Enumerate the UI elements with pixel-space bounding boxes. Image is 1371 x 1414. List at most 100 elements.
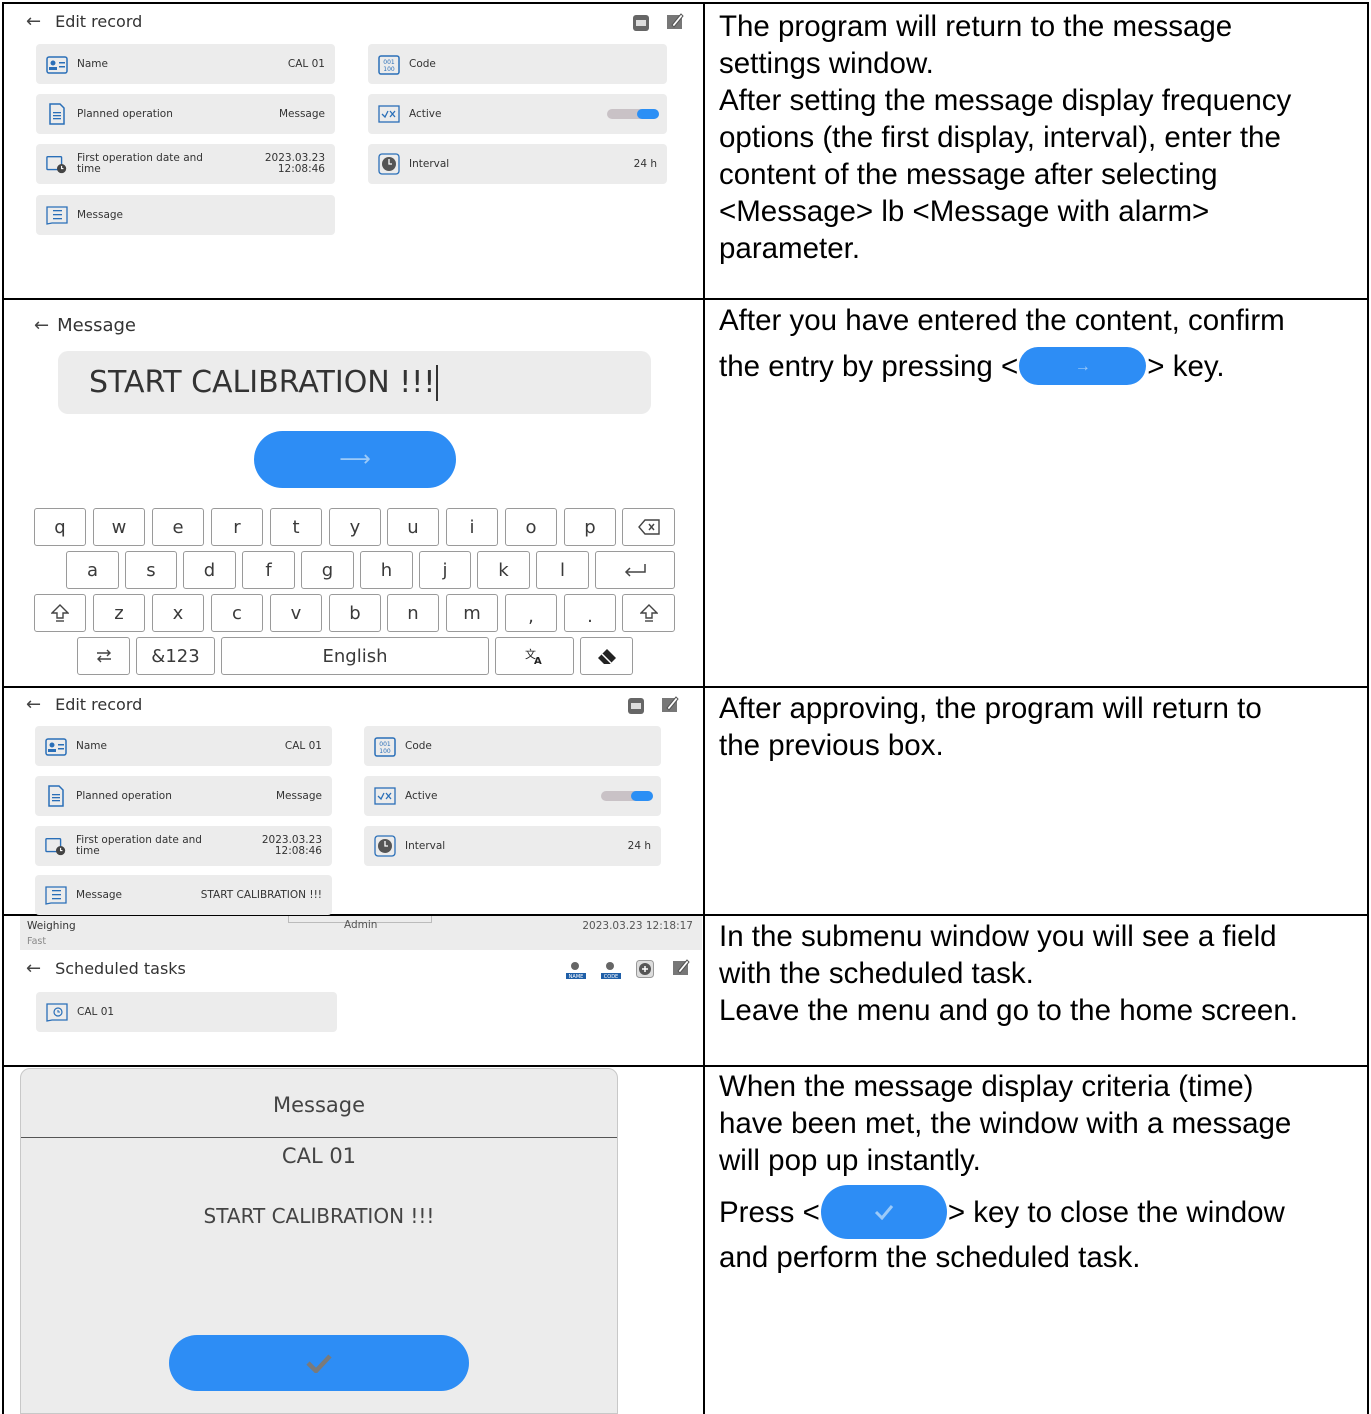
description-line: have been met, the window with a message	[719, 1107, 1292, 1140]
key-switch[interactable]	[77, 637, 130, 675]
edit-icon[interactable]	[666, 12, 684, 30]
field-label: Planned operation	[77, 107, 173, 120]
key-p[interactable]: p	[564, 508, 616, 546]
key-eraser[interactable]	[580, 637, 633, 675]
label-line-2: time	[77, 163, 101, 175]
description-line: After approving, the program will return…	[719, 692, 1262, 725]
print-icon[interactable]	[632, 14, 650, 32]
key-j[interactable]: j	[419, 551, 471, 589]
edit-icon[interactable]	[661, 695, 679, 713]
screen-header: ← Edit record	[26, 11, 142, 32]
message-dialog: Message CAL 01 START CALIBRATION !!!	[20, 1068, 618, 1414]
description-row-1: The program will return to the message s…	[719, 8, 1359, 267]
search-name-icon[interactable]: NAME	[565, 960, 587, 980]
field-code[interactable]: 001 100 Code	[368, 44, 667, 84]
edit-icon[interactable]	[672, 958, 690, 976]
description-row-5: When the message display criteria (time)…	[719, 1068, 1359, 1276]
code-icon: 001 100	[374, 735, 396, 757]
active-toggle[interactable]	[607, 109, 659, 119]
key-b[interactable]: b	[329, 594, 381, 632]
field-code[interactable]: 001 100 Code	[364, 726, 661, 766]
key-t[interactable]: t	[270, 508, 322, 546]
field-message[interactable]: Message	[36, 195, 335, 235]
field-value: 2023.03.23 12:08:46	[262, 835, 322, 857]
key-backspace[interactable]	[622, 508, 675, 546]
add-icon[interactable]	[636, 960, 654, 978]
key-translate[interactable]: 文A	[495, 637, 574, 675]
field-label: Code	[405, 739, 432, 752]
page-title: Edit record	[55, 695, 143, 714]
key-l[interactable]: l	[536, 551, 589, 589]
screen-header: ← Scheduled tasks	[26, 958, 186, 979]
field-planned-operation[interactable]: Planned operation Message	[35, 776, 332, 816]
arrow-left-icon[interactable]: ←	[26, 958, 41, 979]
field-active[interactable]: Active	[364, 776, 661, 816]
field-message[interactable]: Message START CALIBRATION !!!	[35, 875, 332, 915]
key-u[interactable]: u	[387, 508, 439, 546]
search-code-icon[interactable]: CODE	[600, 960, 622, 980]
arrow-left-icon[interactable]: ←	[26, 11, 41, 32]
svg-text:001: 001	[383, 59, 395, 66]
field-value: Message	[278, 107, 325, 120]
key-space[interactable]: English	[221, 637, 489, 675]
key-v[interactable]: v	[270, 594, 322, 632]
description-row-3: After approving, the program will return…	[719, 690, 1359, 764]
key-shift-left[interactable]	[34, 594, 86, 632]
key-m[interactable]: m	[446, 594, 498, 632]
field-name[interactable]: Name CAL 01	[36, 44, 335, 84]
key-x[interactable]: x	[152, 594, 204, 632]
key-i[interactable]: i	[446, 508, 498, 546]
dialog-record-name: CAL 01	[281, 1144, 357, 1168]
key-shift-right[interactable]	[622, 594, 675, 632]
key-s[interactable]: s	[125, 551, 177, 589]
description-line: content of the message after selecting	[719, 158, 1218, 191]
field-interval[interactable]: Interval 24 h	[368, 144, 667, 184]
confirm-button[interactable]: ⟶	[254, 431, 456, 488]
dialog-title: Message	[272, 1093, 366, 1117]
message-input[interactable]: START CALIBRATION !!!	[58, 351, 651, 414]
key-n[interactable]: n	[387, 594, 439, 632]
key-symbols[interactable]: &123	[136, 637, 215, 675]
field-label: Message	[76, 888, 123, 901]
document-icon	[46, 103, 68, 125]
key-q[interactable]: q	[34, 508, 86, 546]
key-r[interactable]: r	[211, 508, 263, 546]
field-first-operation[interactable]: First operation date and time 2023.03.23 1…	[36, 144, 335, 184]
field-name[interactable]: Name CAL 01	[35, 726, 332, 766]
key-k[interactable]: k	[477, 551, 530, 589]
key-a[interactable]: a	[66, 551, 119, 589]
field-interval[interactable]: Interval 24 h	[364, 826, 661, 866]
field-label: Name	[77, 57, 108, 70]
key-g[interactable]: g	[301, 551, 354, 589]
name-card-icon	[46, 53, 68, 75]
key-d[interactable]: d	[183, 551, 236, 589]
key-enter[interactable]	[595, 551, 675, 589]
field-first-operation[interactable]: First operation date and time 2023.03.23 1…	[35, 826, 332, 866]
description-line: will pop up instantly.	[719, 1144, 981, 1177]
active-toggle[interactable]	[601, 791, 653, 801]
key-comma[interactable]: ,	[505, 594, 557, 632]
print-icon[interactable]	[627, 697, 645, 715]
scheduled-task-icon	[46, 1001, 68, 1023]
key-h[interactable]: h	[360, 551, 413, 589]
arrow-left-icon[interactable]: ←	[34, 315, 49, 336]
description-line: After setting the message display freque…	[719, 84, 1292, 117]
dialog-confirm-button[interactable]	[169, 1335, 469, 1391]
field-label: Message	[77, 208, 124, 221]
key-c[interactable]: c	[211, 594, 263, 632]
arrow-left-icon[interactable]: ←	[26, 694, 41, 715]
key-e[interactable]: e	[152, 508, 204, 546]
description-line: When the message display criteria (time)	[719, 1070, 1254, 1103]
key-period[interactable]: .	[564, 594, 616, 632]
key-w[interactable]: w	[93, 508, 145, 546]
key-y[interactable]: y	[329, 508, 381, 546]
scheduled-task-item[interactable]: CAL 01	[36, 992, 337, 1032]
field-active[interactable]: Active	[368, 94, 667, 134]
field-label: Interval	[405, 839, 446, 852]
checkmark-icon	[306, 1354, 332, 1373]
key-o[interactable]: o	[505, 508, 557, 546]
key-f[interactable]: f	[242, 551, 295, 589]
key-z[interactable]: z	[93, 594, 145, 632]
field-planned-operation[interactable]: Planned operation Message	[36, 94, 335, 134]
field-label: Interval	[409, 157, 450, 170]
